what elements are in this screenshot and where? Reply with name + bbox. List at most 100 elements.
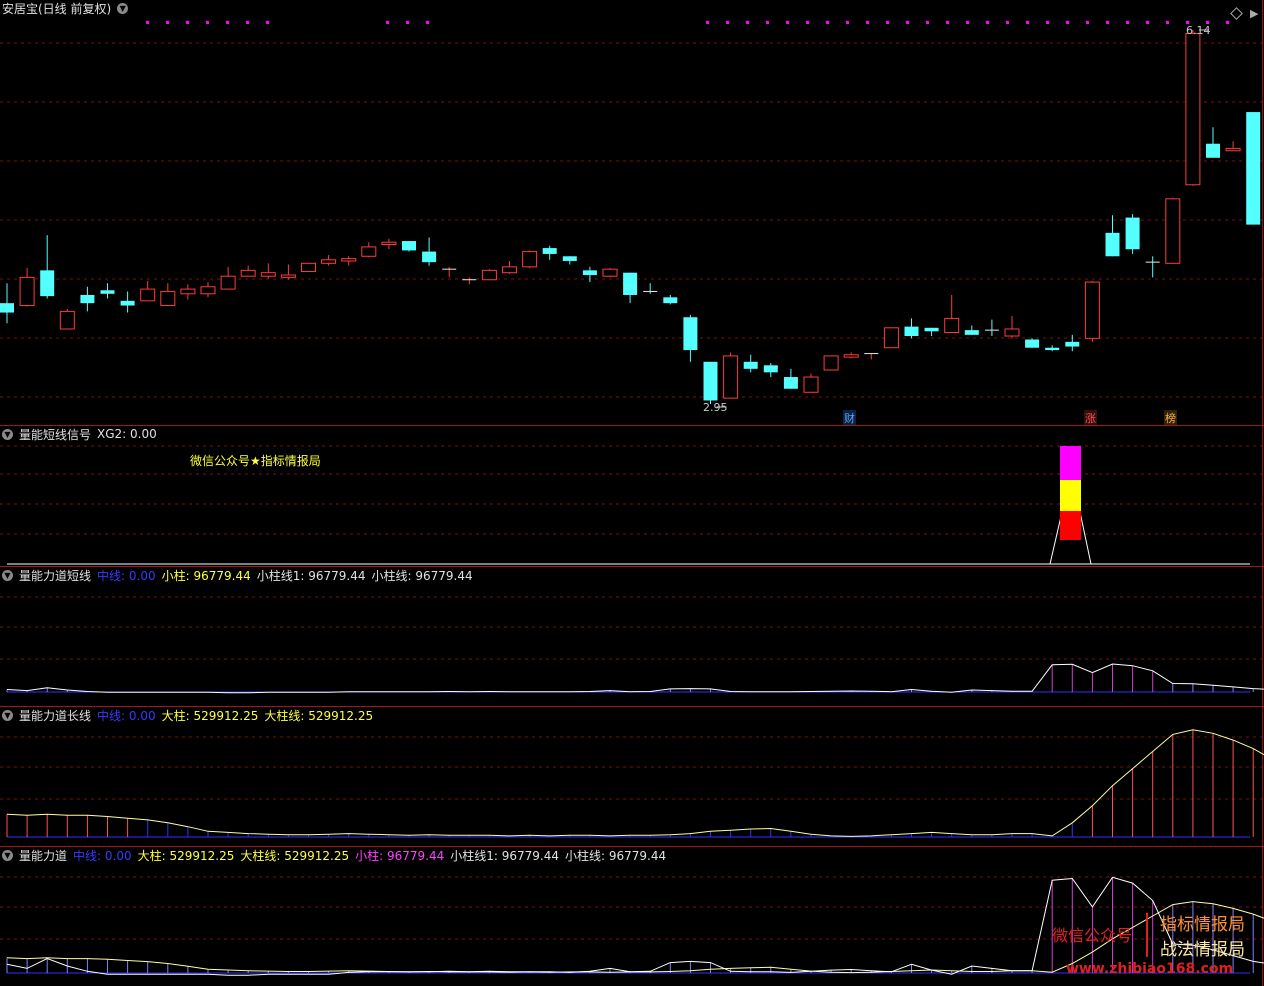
candle-down: [663, 297, 678, 304]
mid-line-value: 中线: 0.00: [97, 568, 156, 583]
main-chart-pane[interactable]: 安居宝(日线 前复权) ▼ ▶ 6.14 2.95 财 涨 榜: [0, 0, 1264, 426]
candle-up: [883, 327, 899, 349]
candle-up: [803, 376, 819, 393]
signal-dot: [946, 21, 949, 24]
signal-block-yellow: [1060, 480, 1081, 511]
chevron-down-icon[interactable]: ▼: [117, 2, 129, 14]
signal-block-red: [1060, 511, 1081, 540]
long-power-chart[interactable]: [0, 707, 1264, 846]
candle-down: [623, 272, 638, 295]
small-bar-value: 小柱: 96779.44: [161, 568, 251, 583]
candle-up: [381, 241, 397, 246]
watermark-wechat: 微信公众号: [1052, 926, 1133, 945]
candle-up: [160, 290, 176, 307]
main-chart-header: 安居宝(日线 前复权) ▼: [0, 0, 129, 16]
chevron-down-icon[interactable]: ▼: [2, 849, 13, 861]
candle-down: [683, 317, 698, 351]
signal-dot: [766, 21, 769, 24]
candle-down: [100, 290, 115, 294]
event-marker-rank[interactable]: 榜: [1164, 410, 1177, 426]
signal-pane[interactable]: ▼ 量能短线信号 XG2: 0.00 微信公众号★指标情报局: [0, 426, 1264, 566]
signal-dot: [886, 21, 889, 24]
signal-chart[interactable]: [0, 426, 1264, 566]
big-bar-line-value: 大柱线: 529912.25: [240, 848, 350, 863]
candle-up: [602, 268, 618, 277]
candle-up: [823, 355, 839, 371]
candle-up: [1185, 33, 1201, 186]
mid-line-value: 中线: 0.00: [73, 848, 132, 863]
short-power-header: ▼ 量能力道短线 中线: 0.00 小柱: 96779.44 小柱线1: 967…: [0, 567, 473, 583]
candle-up: [59, 310, 75, 330]
signal-dot: [1146, 21, 1149, 24]
candle-up: [260, 272, 276, 277]
candle-up: [1004, 328, 1020, 337]
watermark-brand2: 战法情报局: [1160, 940, 1245, 960]
chevron-down-icon[interactable]: ▼: [2, 428, 13, 440]
signal-dot: [806, 21, 809, 24]
event-marker-finance[interactable]: 财: [843, 410, 856, 426]
chevron-down-icon[interactable]: ▼: [2, 709, 13, 721]
signal-pane-title: 量能短线信号: [19, 427, 92, 442]
candle-up: [502, 266, 517, 274]
long-power-header: ▼ 量能力道长线 中线: 0.00 大柱: 529912.25 大柱线: 529…: [0, 707, 373, 723]
candle-up: [1165, 198, 1181, 264]
signal-dot: [1106, 21, 1109, 24]
small-bar-line1-value: 小柱线1: 96779.44: [256, 568, 366, 583]
candle-down: [1065, 341, 1080, 347]
indicator-line: [6, 729, 1264, 837]
signal-dot: [1006, 21, 1009, 24]
signal-dot: [706, 21, 709, 24]
long-power-title: 量能力道长线: [19, 708, 92, 723]
candle-down: [763, 365, 778, 373]
watermark-url: www.zhibiao168.com: [1066, 961, 1234, 977]
price-low-label: 2.95: [703, 401, 728, 414]
candle-up: [723, 355, 739, 399]
candle-down: [703, 361, 718, 401]
candle-down: [1025, 339, 1040, 348]
big-bar-value: 大柱: 529912.25: [137, 848, 235, 863]
candle-up: [140, 288, 156, 302]
signal-dot: [726, 21, 729, 24]
candlestick-chart[interactable]: [0, 0, 1264, 425]
candle-down: [542, 248, 557, 254]
candle-down: [924, 327, 939, 332]
candle-down: [40, 270, 55, 297]
price-high-label: 6.14: [1186, 24, 1211, 37]
candle-down: [80, 294, 95, 304]
signal-dot: [166, 21, 169, 24]
candle-up: [200, 286, 216, 295]
signal-dot: [906, 21, 909, 24]
small-bar-line1-value: 小柱线1: 96779.44: [450, 848, 560, 863]
event-marker-rise[interactable]: 涨: [1084, 410, 1097, 426]
candle-down: [1105, 232, 1120, 257]
power-pane[interactable]: ▼ 量能力道 中线: 0.00 大柱: 529912.25 大柱线: 52991…: [0, 847, 1264, 986]
short-power-chart[interactable]: [0, 567, 1264, 706]
signal-dot: [386, 21, 389, 24]
short-power-pane[interactable]: ▼ 量能力道短线 中线: 0.00 小柱: 96779.44 小柱线1: 967…: [0, 567, 1264, 706]
candle-down: [964, 330, 979, 335]
candle-up: [321, 259, 337, 264]
signal-dot: [426, 21, 429, 24]
candle-down: [582, 270, 597, 276]
long-power-pane[interactable]: ▼ 量能力道长线 中线: 0.00 大柱: 529912.25 大柱线: 529…: [0, 707, 1264, 846]
candle-up: [944, 317, 960, 333]
signal-dot: [206, 21, 209, 24]
small-bar-line-value: 小柱线: 96779.44: [565, 848, 667, 863]
candle-down: [904, 326, 919, 336]
candle-up: [240, 269, 256, 277]
candle-up: [1084, 281, 1100, 339]
signal-dot: [1226, 21, 1229, 24]
signal-dot: [146, 21, 149, 24]
signal-dot: [926, 21, 929, 24]
signal-dot: [1046, 21, 1049, 24]
candle-up: [19, 276, 35, 307]
mid-line-value: 中线: 0.00: [97, 708, 156, 723]
chevron-down-icon[interactable]: ▼: [2, 569, 13, 581]
candle-down: [402, 241, 416, 251]
signal-block-magenta: [1060, 446, 1081, 480]
xg2-value: XG2: 0.00: [97, 427, 157, 441]
signal-dot: [266, 21, 269, 24]
candle-down: [1246, 112, 1261, 225]
watermark-brace: [1146, 913, 1152, 957]
candle-up: [341, 258, 357, 262]
